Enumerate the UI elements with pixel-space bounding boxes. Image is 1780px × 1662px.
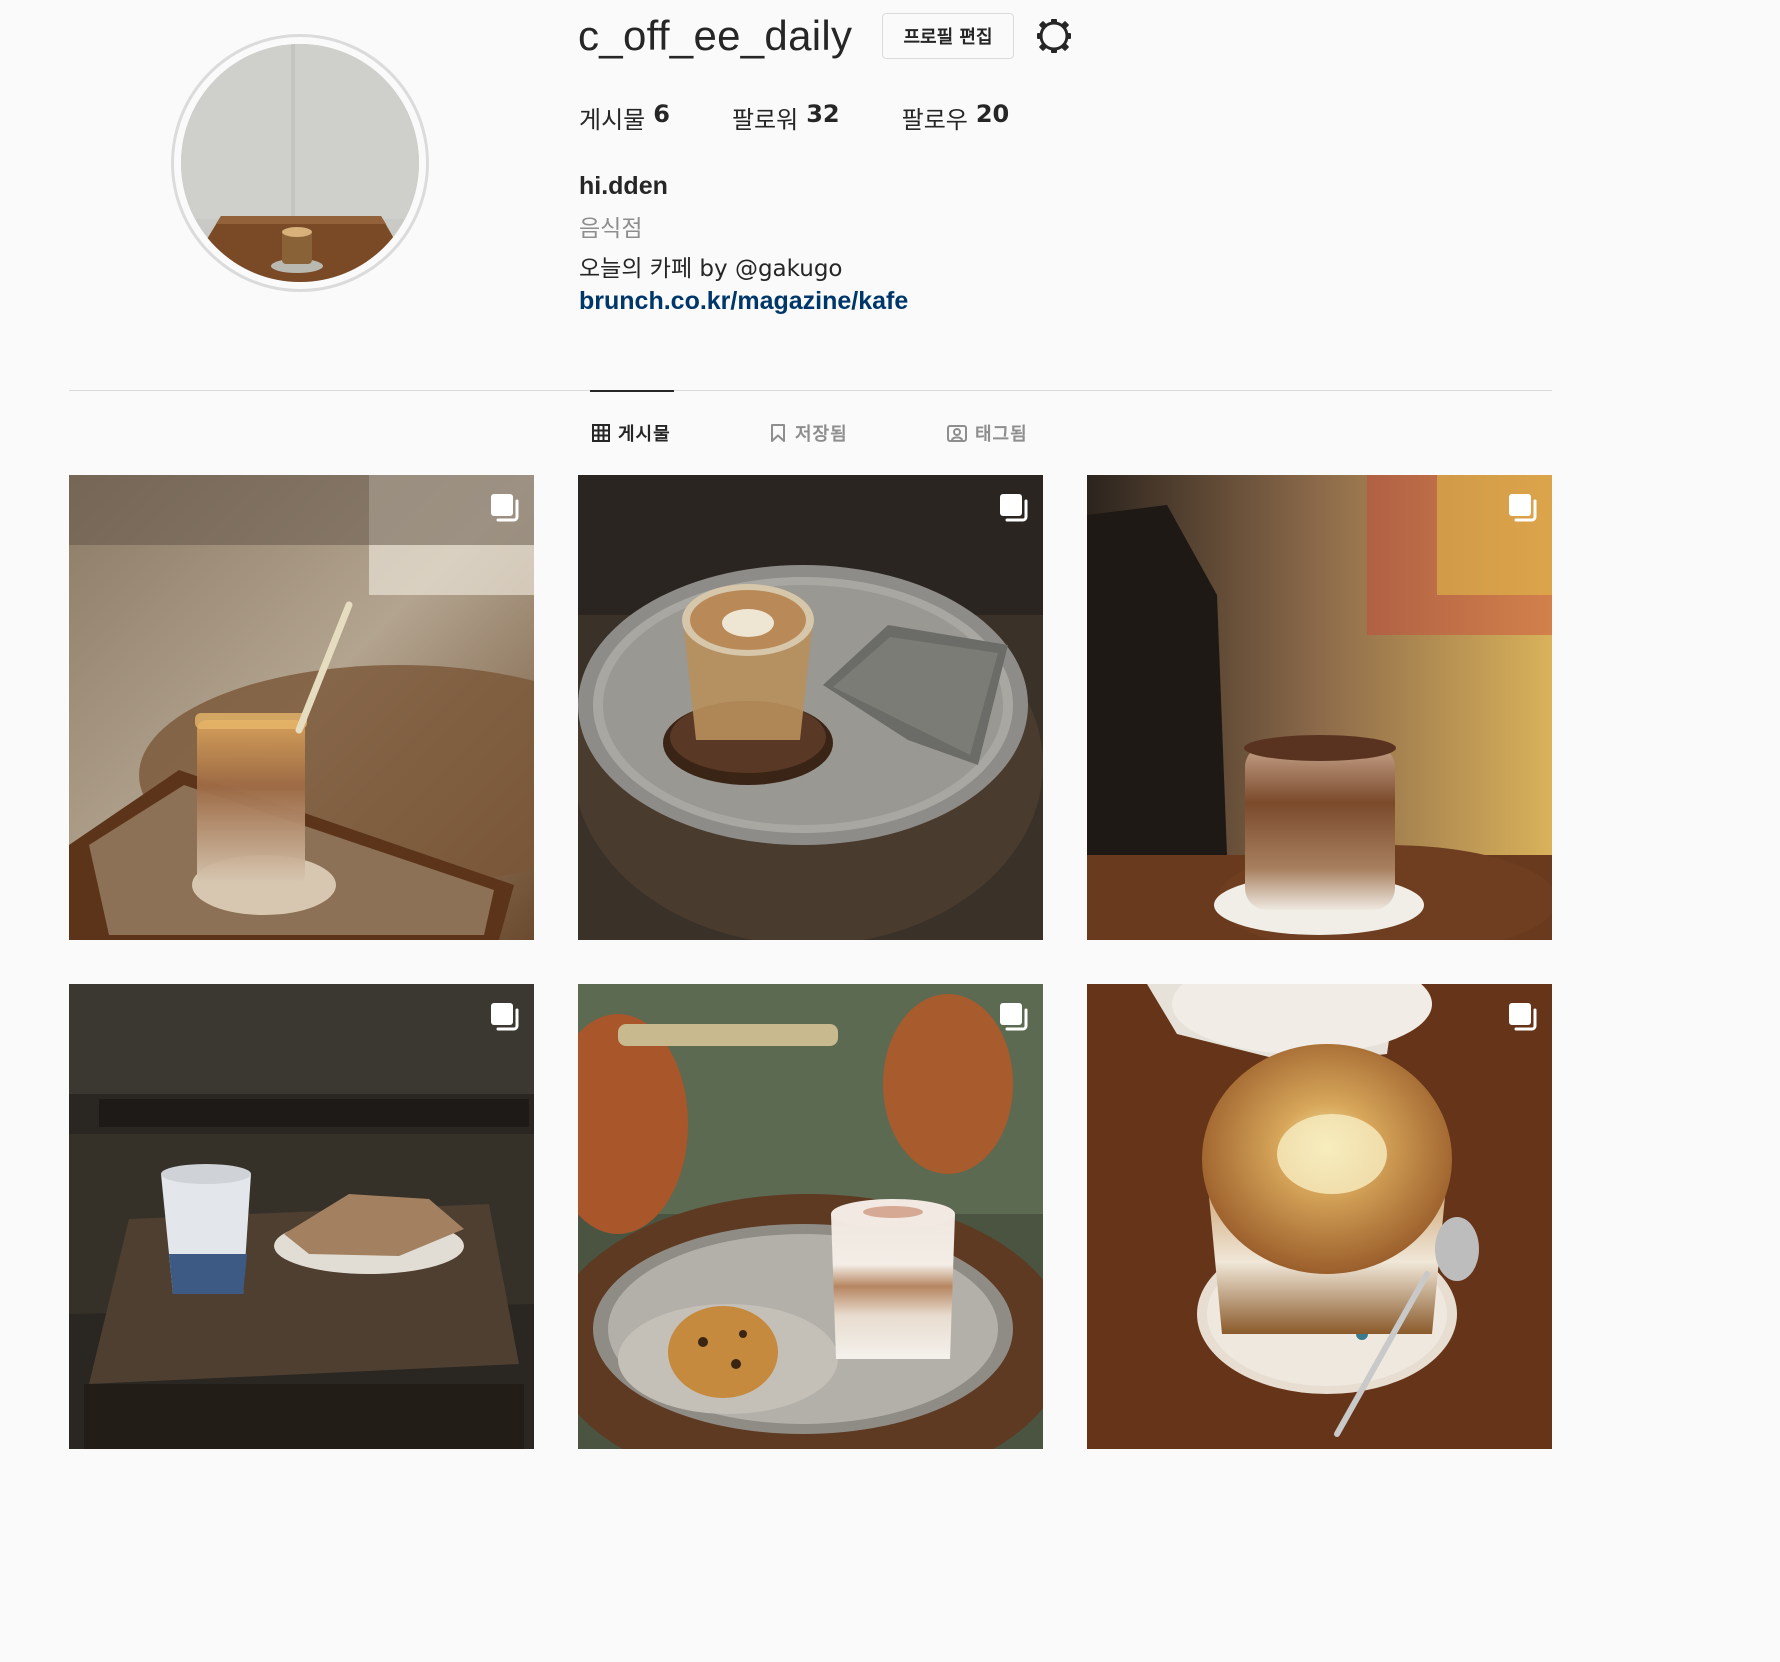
tagged-icon [947,425,967,442]
post-tile[interactable] [578,984,1043,1449]
multiple-photos-icon [1509,1003,1537,1031]
stat-value: 20 [975,100,1010,128]
post-tile[interactable] [69,475,534,940]
tab-posts[interactable]: 게시물 [592,420,671,446]
username: c_off_ee_daily [578,12,853,59]
tab-saved[interactable]: 저장됨 [769,420,848,446]
post-image [1087,475,1552,940]
grid-icon [592,424,610,442]
stat-label: 팔로워 [731,106,799,134]
category-label: 음식점 [579,216,643,242]
tab-label: 게시물 [618,424,671,445]
stat-posts[interactable]: 게시물 6 [579,100,670,135]
post-image [578,475,1043,940]
edit-profile-button[interactable]: 프로필 편집 [882,13,1014,59]
multiple-photos-icon [491,494,519,522]
tab-label: 태그됨 [975,424,1028,445]
tab-label: 저장됨 [795,424,848,445]
post-image [69,475,534,940]
post-tile[interactable] [578,475,1043,940]
bookmark-icon [771,424,785,442]
stat-label: 팔로우 [901,106,968,134]
stat-value: 32 [806,100,840,128]
stat-following[interactable]: 팔로우 20 [902,100,1010,135]
avatar-image [181,44,419,282]
settings-gear-icon[interactable] [1034,16,1074,56]
tabs-divider [69,390,1552,391]
post-image [1087,984,1552,1449]
display-name: hi.dden [579,172,668,200]
active-tab-indicator [590,390,674,392]
avatar[interactable] [181,44,419,282]
post-image [578,984,1043,1449]
multiple-photos-icon [1000,1003,1028,1031]
stat-value: 6 [653,100,670,128]
multiple-photos-icon [1000,494,1028,522]
profile-stats: 게시물 6 팔로워 32 팔로우 20 [579,100,1009,135]
post-tile[interactable] [69,984,534,1449]
stat-label: 게시물 [579,106,646,134]
tab-tagged[interactable]: 태그됨 [947,420,1028,446]
bio-text: 오늘의 카페 by @gakugo [579,256,843,282]
post-tile[interactable] [1087,475,1552,940]
stat-followers[interactable]: 팔로워 32 [732,100,840,135]
post-image [69,984,534,1449]
profile-link[interactable]: brunch.co.kr/magazine/kafe [579,287,908,316]
post-tile[interactable] [1087,984,1552,1449]
multiple-photos-icon [491,1003,519,1031]
multiple-photos-icon [1509,494,1537,522]
